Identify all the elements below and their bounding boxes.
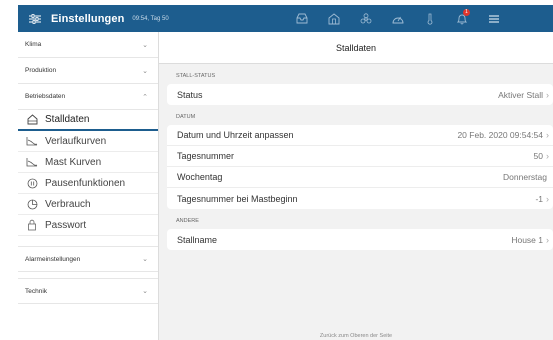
settings-row-tagesnummer-mastbeginn[interactable]: Tagesnummer bei Mastbeginn -1 › xyxy=(167,188,553,209)
chevron-right-icon: › xyxy=(546,89,549,100)
settings-row-stallname[interactable]: Stallname House 1 › xyxy=(167,229,553,250)
settings-row-wochentag: Wochentag Donnerstag xyxy=(167,167,553,188)
chevron-right-icon: › xyxy=(546,234,549,245)
row-label: Status xyxy=(177,89,203,100)
thermometer-icon[interactable] xyxy=(414,5,446,32)
gauge-icon[interactable] xyxy=(382,5,414,32)
row-label: Wochentag xyxy=(177,172,223,182)
hamburger-menu-icon[interactable] xyxy=(478,5,510,32)
sidebar-item-pausenfunktionen[interactable]: Pausenfunktionen xyxy=(18,173,158,194)
back-to-top-link[interactable]: Zurück zum Oberen der Seite xyxy=(159,333,553,339)
row-value: House 1 xyxy=(511,234,543,245)
barn-icon xyxy=(25,114,39,126)
main-panel: Stalldaten STALL-STATUS Status Aktiver S… xyxy=(159,32,553,340)
row-label: Datum und Uhrzeit anpassen xyxy=(177,130,294,140)
sidebar-section-produktion[interactable]: Produktion ⌄ xyxy=(18,58,158,84)
settings-card-andere: Stallname House 1 › xyxy=(167,229,553,250)
sidebar-item-label: Pausenfunktionen xyxy=(45,177,126,189)
chevron-down-icon: ⌄ xyxy=(142,288,148,295)
chevron-down-icon: ⌄ xyxy=(142,41,148,49)
settings-row-tagesnummer[interactable]: Tagesnummer 50 › xyxy=(167,146,553,167)
section-label: Klima xyxy=(25,41,42,48)
app-header: Einstellungen 09:54, Tag 50 1 xyxy=(18,5,553,32)
inbox-icon[interactable] xyxy=(286,5,318,32)
group-label-andere: ANDERE xyxy=(176,218,199,224)
sidebar-item-label: Passwort xyxy=(45,219,87,231)
row-label: Stallname xyxy=(177,234,218,245)
chevron-down-icon: ⌄ xyxy=(142,256,148,263)
sidebar-item-label: Verbrauch xyxy=(45,198,91,210)
sidebar-section-klima[interactable]: Klima ⌄ xyxy=(18,32,158,58)
section-label: Technik xyxy=(25,287,48,295)
sidebar-item-verbrauch[interactable]: Verbrauch xyxy=(18,194,158,215)
lock-icon xyxy=(25,219,39,231)
sidebar-item-verlaufkurven[interactable]: Verlaufkurven xyxy=(18,131,158,152)
settings-card-status: Status Aktiver Stall › xyxy=(167,84,553,105)
section-label: Betriebsdaten xyxy=(25,93,66,100)
sidebar-item-passwort[interactable]: Passwort xyxy=(18,215,158,236)
sidebar-item-mast-kurven[interactable]: Mast Kurven xyxy=(18,152,158,173)
curve-icon xyxy=(25,135,39,147)
consumption-icon xyxy=(25,198,39,210)
chevron-down-icon: ⌄ xyxy=(142,67,148,75)
sidebar-section-betriebsdaten[interactable]: Betriebsdaten ⌃ xyxy=(18,84,158,110)
chevron-right-icon: › xyxy=(546,151,549,161)
sidebar-item-label: Verlaufkurven xyxy=(45,135,107,147)
row-value: -1 xyxy=(535,193,543,204)
pause-icon xyxy=(25,177,39,189)
curve-icon xyxy=(25,156,39,168)
header-title: Einstellungen xyxy=(51,12,125,25)
row-value: 20 Feb. 2020 09:54:54 xyxy=(457,130,543,140)
row-label: Tagesnummer bei Mastbeginn xyxy=(177,193,298,204)
chevron-up-icon: ⌃ xyxy=(142,93,148,101)
page-title: Stalldaten xyxy=(159,32,553,64)
chevron-right-icon: › xyxy=(546,130,549,140)
header-time: 09:54, Tag 50 xyxy=(132,15,169,22)
notification-badge: 1 xyxy=(463,9,470,16)
row-value: Donnerstag xyxy=(503,172,547,182)
row-value: 50 xyxy=(533,151,543,161)
sidebar-item-label: Mast Kurven xyxy=(45,156,102,168)
bell-icon[interactable]: 1 xyxy=(446,5,478,32)
section-label: Produktion xyxy=(25,67,57,74)
settings-sliders-icon xyxy=(25,13,45,24)
settings-row-status[interactable]: Status Aktiver Stall › xyxy=(167,84,553,105)
row-value: Aktiver Stall xyxy=(498,89,543,100)
settings-row-datum-uhrzeit[interactable]: Datum und Uhrzeit anpassen 20 Feb. 2020 … xyxy=(167,125,553,146)
sidebar-item-stalldaten[interactable]: Stalldaten xyxy=(18,110,158,131)
section-label: Alarmeinstellungen xyxy=(25,255,81,263)
chevron-right-icon: › xyxy=(546,193,549,204)
row-label: Tagesnummer xyxy=(177,151,235,161)
house-icon[interactable] xyxy=(318,5,350,32)
sidebar: Klima ⌄ Produktion ⌄ Betriebsdaten ⌃ Sta… xyxy=(18,32,159,340)
group-label-stall-status: STALL-STATUS xyxy=(176,73,216,79)
sidebar-item-label: Stalldaten xyxy=(45,114,90,125)
settings-card-datum: Datum und Uhrzeit anpassen 20 Feb. 2020 … xyxy=(167,125,553,209)
sidebar-section-technik[interactable]: Technik ⌄ xyxy=(18,278,158,304)
fan-icon[interactable] xyxy=(350,5,382,32)
group-label-datum: DATUM xyxy=(176,114,196,120)
sidebar-section-alarmeinstellungen[interactable]: Alarmeinstellungen ⌄ xyxy=(18,246,158,272)
